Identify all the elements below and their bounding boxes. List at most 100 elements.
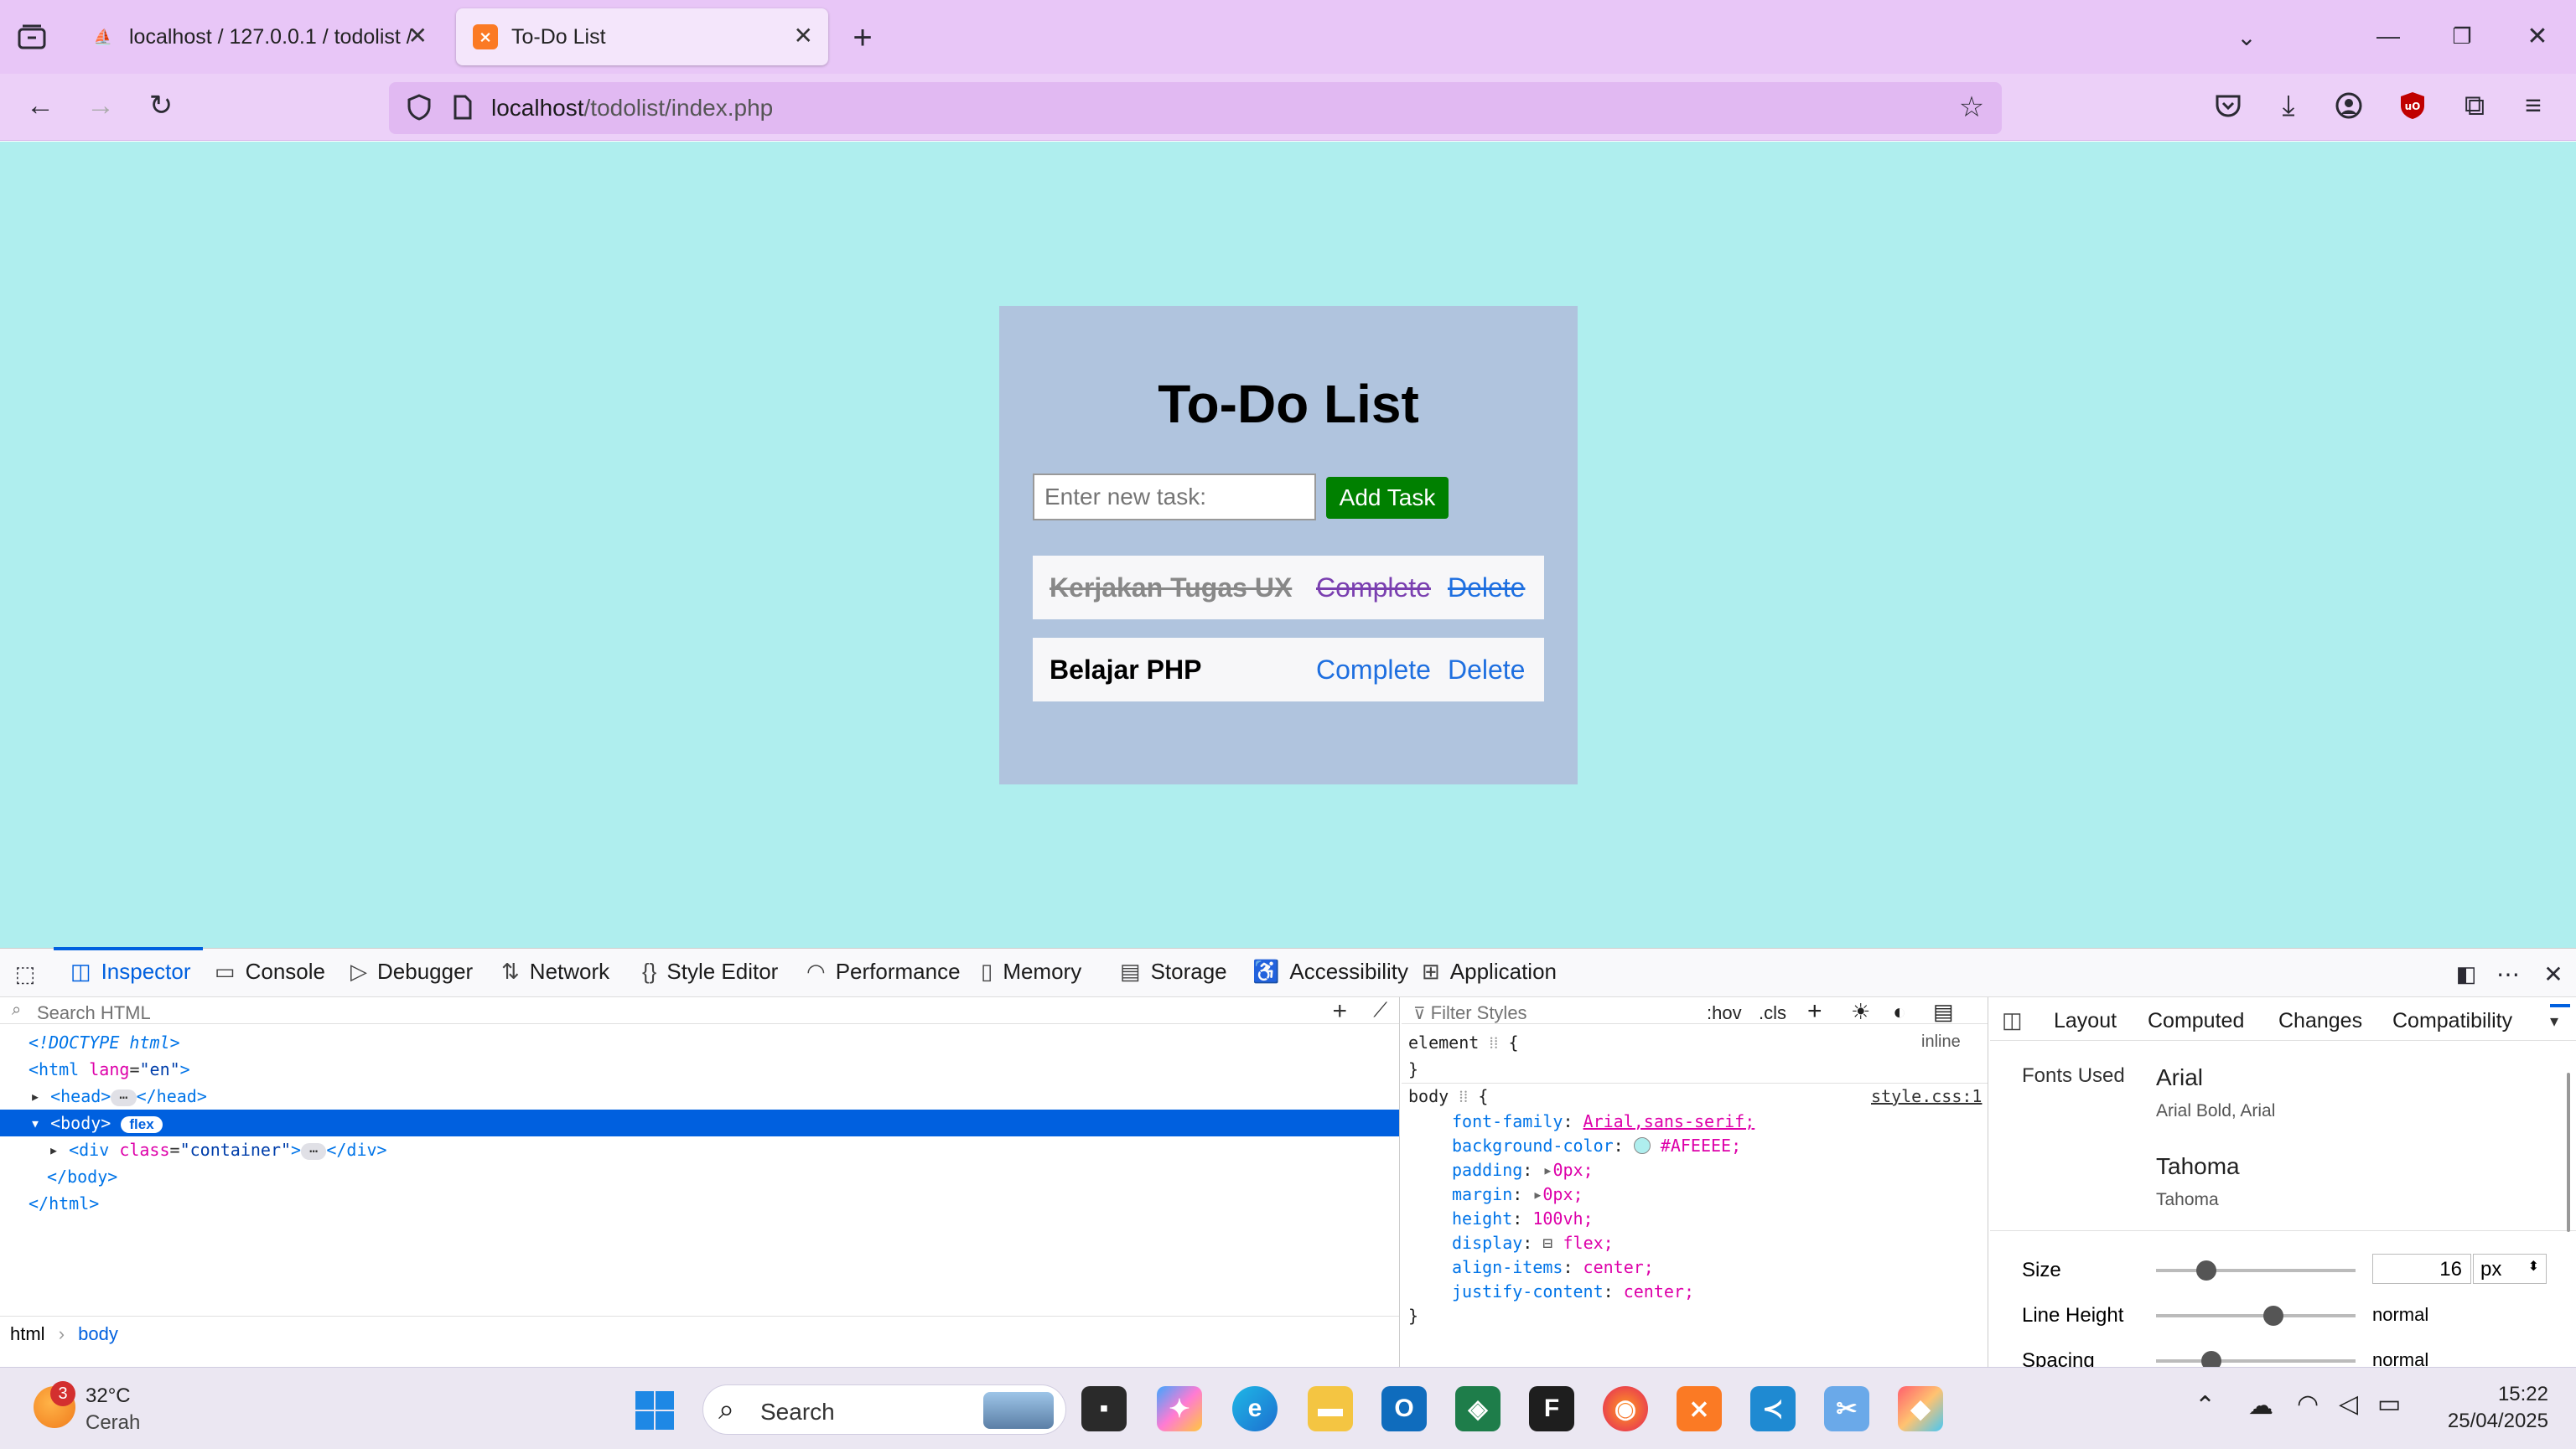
declaration[interactable]: height: 100vh; <box>1452 1208 1594 1229</box>
delete-link[interactable]: Delete <box>1448 572 1526 603</box>
show-hidden-icons[interactable]: ⌃ <box>2195 1391 2216 1421</box>
page-icon[interactable] <box>444 89 481 126</box>
slider-knob[interactable] <box>2196 1260 2216 1281</box>
task-view-icon[interactable]: ▪ <box>1081 1386 1127 1431</box>
spacing-slider[interactable] <box>2156 1351 2356 1371</box>
bookmark-star-icon[interactable]: ☆ <box>1953 89 1990 126</box>
security-icon[interactable]: ◈ <box>1455 1386 1501 1431</box>
new-task-input[interactable] <box>1033 474 1316 520</box>
doctype-line[interactable]: <!DOCTYPE html> <box>0 1029 1399 1056</box>
declaration[interactable]: align-items: center; <box>1452 1257 1654 1277</box>
flexbox-icon[interactable]: ⊟ <box>1542 1233 1552 1253</box>
weather-desc[interactable]: Cerah <box>86 1411 140 1435</box>
tab-changes[interactable]: Changes <box>2278 1009 2362 1033</box>
light-mode-icon[interactable]: ☀ <box>1851 999 1870 1025</box>
wifi-icon[interactable]: ◠ <box>2297 1389 2319 1419</box>
tab-network[interactable]: ⇅ Network <box>501 959 609 985</box>
windows-start-icon[interactable] <box>634 1389 676 1431</box>
eyedropper-icon[interactable]: ⟋ <box>1373 999 1387 1022</box>
collapse-arrow-icon[interactable]: ▾ <box>30 1113 40 1133</box>
declaration[interactable]: font-family: Arial,sans-serif; <box>1452 1111 1754 1131</box>
tab-style-editor[interactable]: {} Style Editor <box>642 959 778 985</box>
filter-styles-field[interactable]: ⊽ Filter Styles :hov .cls + ☀ ◐ ▤ <box>1402 997 1988 1026</box>
add-node-icon[interactable]: + <box>1332 997 1347 1026</box>
battery-icon[interactable]: ▭ <box>2377 1389 2401 1419</box>
tab-layout[interactable]: Layout <box>2054 1009 2117 1033</box>
close-icon[interactable]: ✕ <box>408 22 428 49</box>
div-container-node[interactable]: ▸ <div class="container"> ⋯ </div> <box>0 1136 1399 1163</box>
collapsed-badge[interactable]: ⋯ <box>111 1089 137 1106</box>
back-icon[interactable]: ← <box>20 85 60 126</box>
downloads-icon[interactable]: ⤓ <box>2268 85 2309 126</box>
clock-date[interactable]: 25/04/2025 <box>2414 1410 2548 1433</box>
collapsed-badge[interactable]: ⋯ <box>301 1143 327 1160</box>
scrollbar[interactable] <box>2567 1073 2570 1232</box>
size-input[interactable]: 16 <box>2372 1254 2471 1284</box>
clock-time[interactable]: 15:22 <box>2439 1383 2548 1406</box>
tab-inspector[interactable]: ◫ Inspector <box>54 947 203 985</box>
outlook-icon[interactable]: O <box>1381 1386 1427 1431</box>
declaration[interactable]: margin: ▸0px; <box>1452 1184 1583 1204</box>
tab-compatibility[interactable]: Compatibility <box>2392 1009 2512 1033</box>
delete-link[interactable]: Delete <box>1448 655 1526 686</box>
complete-link[interactable]: Complete <box>1316 572 1431 603</box>
head-node[interactable]: ▸ <head> ⋯ </head> <box>0 1083 1399 1110</box>
body-close-line[interactable]: </body> <box>0 1163 1399 1190</box>
vscode-icon[interactable]: ≺ <box>1750 1386 1796 1431</box>
body-node-selected[interactable]: ▾ <body> flex <box>0 1110 1399 1136</box>
xampp-icon[interactable]: ⨯ <box>1677 1386 1722 1431</box>
tab-debugger[interactable]: ▷ Debugger <box>350 959 473 985</box>
tab-memory[interactable]: ▯ Memory <box>981 959 1081 985</box>
tab-phpmyadmin[interactable]: ⛵ localhost / 127.0.0.1 / todolist / ✕ <box>74 8 443 65</box>
cls-toggle[interactable]: .cls <box>1759 1002 1786 1024</box>
sidebar-toggle-icon[interactable]: ◫ <box>2002 1007 2023 1033</box>
element-picker-icon[interactable]: ⬚ <box>8 957 42 991</box>
minimize-icon[interactable]: — <box>2369 17 2408 55</box>
size-slider[interactable] <box>2156 1260 2356 1281</box>
menu-icon[interactable]: ≡ <box>2513 85 2553 126</box>
breadcrumb-body[interactable]: body <box>78 1323 118 1344</box>
weather-temp[interactable]: 32°C <box>86 1384 131 1408</box>
complete-link[interactable]: Complete <box>1316 655 1431 686</box>
body-rule[interactable]: body ⁞⁞ { <box>1408 1086 1488 1107</box>
add-rule-icon[interactable]: + <box>1807 997 1822 1026</box>
tab-storage[interactable]: ▤ Storage <box>1120 959 1227 985</box>
taskbar-search-box[interactable]: ⌕ Search <box>702 1384 1066 1435</box>
tab-console[interactable]: ▭ Console <box>215 959 325 985</box>
expand-arrow-icon[interactable]: ▸ <box>49 1140 59 1160</box>
color-swatch[interactable] <box>1633 1137 1651 1154</box>
figma-icon[interactable]: F <box>1529 1386 1574 1431</box>
html-close-line[interactable]: </html> <box>0 1190 1399 1217</box>
close-icon[interactable]: ✕ <box>794 22 813 49</box>
edge-icon[interactable]: e <box>1232 1386 1278 1431</box>
copilot-icon[interactable]: ✦ <box>1157 1386 1202 1431</box>
close-window-icon[interactable]: ✕ <box>2518 17 2557 55</box>
ublock-origin-icon[interactable]: uO <box>2392 85 2433 126</box>
close-devtools-icon[interactable]: ✕ <box>2535 955 2572 992</box>
extensions-icon[interactable]: ⧉ <box>2454 85 2495 126</box>
unit-select[interactable]: px ⬍ <box>2473 1254 2547 1284</box>
expand-arrow-icon[interactable]: ▸ <box>1532 1184 1542 1204</box>
dark-mode-icon[interactable]: ◐ <box>1893 999 1906 1025</box>
tab-application[interactable]: ⊞ Application <box>1422 959 1557 985</box>
line-height-slider[interactable] <box>2156 1306 2356 1326</box>
element-rule[interactable]: element ⁞⁞ { <box>1408 1032 1519 1053</box>
tab-overview-icon[interactable] <box>12 20 52 54</box>
list-all-tabs-icon[interactable]: ⌄ <box>2228 18 2265 55</box>
tab-performance[interactable]: ◠ Performance <box>806 959 961 985</box>
tab-todo-list[interactable]: ⨯ To-Do List ✕ <box>456 8 828 65</box>
shield-icon[interactable] <box>401 89 438 126</box>
forward-icon[interactable]: → <box>80 85 121 126</box>
colorful-app-icon[interactable]: ◆ <box>1898 1386 1943 1431</box>
more-options-icon[interactable]: ⋯ <box>2490 955 2527 992</box>
declaration[interactable]: background-color: #AFEEEE; <box>1452 1136 1741 1156</box>
add-task-button[interactable]: Add Task <box>1326 477 1449 519</box>
expand-arrow-icon[interactable]: ▸ <box>1542 1160 1552 1180</box>
pocket-icon[interactable] <box>2208 85 2248 126</box>
flex-badge[interactable]: flex <box>121 1116 163 1133</box>
expand-arrow-icon[interactable]: ▸ <box>30 1086 40 1106</box>
hov-toggle[interactable]: :hov <box>1707 1002 1742 1024</box>
rule-source-link[interactable]: style.css:1 <box>1871 1086 1982 1106</box>
address-bar[interactable]: localhost/todolist/index.php ☆ <box>389 82 2002 134</box>
print-media-icon[interactable]: ▤ <box>1933 999 1954 1025</box>
